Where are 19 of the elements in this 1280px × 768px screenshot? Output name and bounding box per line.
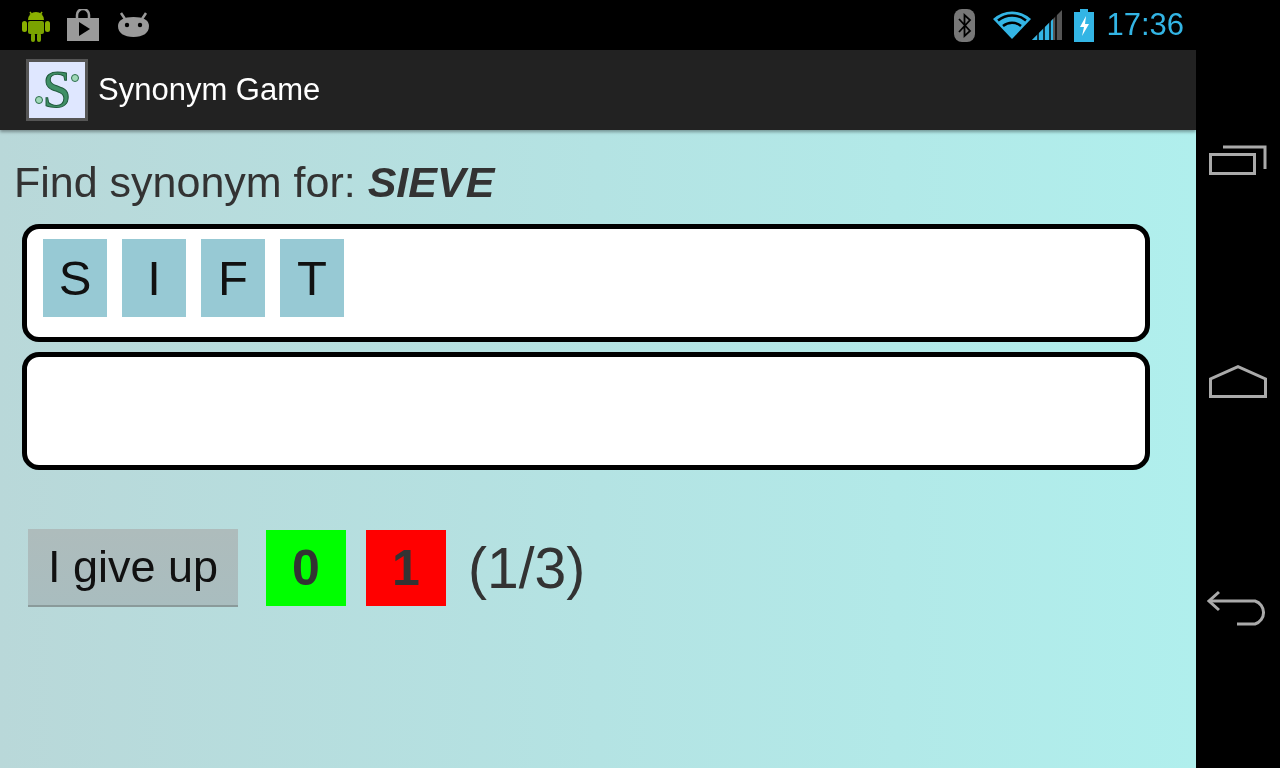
app-title: Synonym Game xyxy=(98,72,321,108)
letter-tile[interactable]: F xyxy=(201,239,265,317)
give-up-button[interactable]: I give up xyxy=(28,529,238,607)
recent-apps-icon[interactable] xyxy=(1209,144,1267,175)
home-icon[interactable] xyxy=(1209,365,1267,398)
clock-time: 17:36 xyxy=(1106,7,1184,43)
prompt-text: Find synonym for: SIEVE xyxy=(14,158,495,206)
robot-head-icon xyxy=(116,12,151,38)
shopping-bag-play-icon xyxy=(67,9,99,41)
score-count: 1 xyxy=(366,530,446,606)
letter-tile[interactable]: S xyxy=(43,239,107,317)
letter-tile[interactable]: I xyxy=(122,239,186,317)
signal-icon xyxy=(1032,10,1063,40)
bluetooth-icon xyxy=(954,8,976,42)
letter-tile[interactable]: T xyxy=(280,239,344,317)
app-logo: S xyxy=(26,59,88,121)
round-counter: (1/3) xyxy=(468,535,586,601)
score-count: 0 xyxy=(266,530,346,606)
battery-charging-icon xyxy=(1074,8,1095,42)
